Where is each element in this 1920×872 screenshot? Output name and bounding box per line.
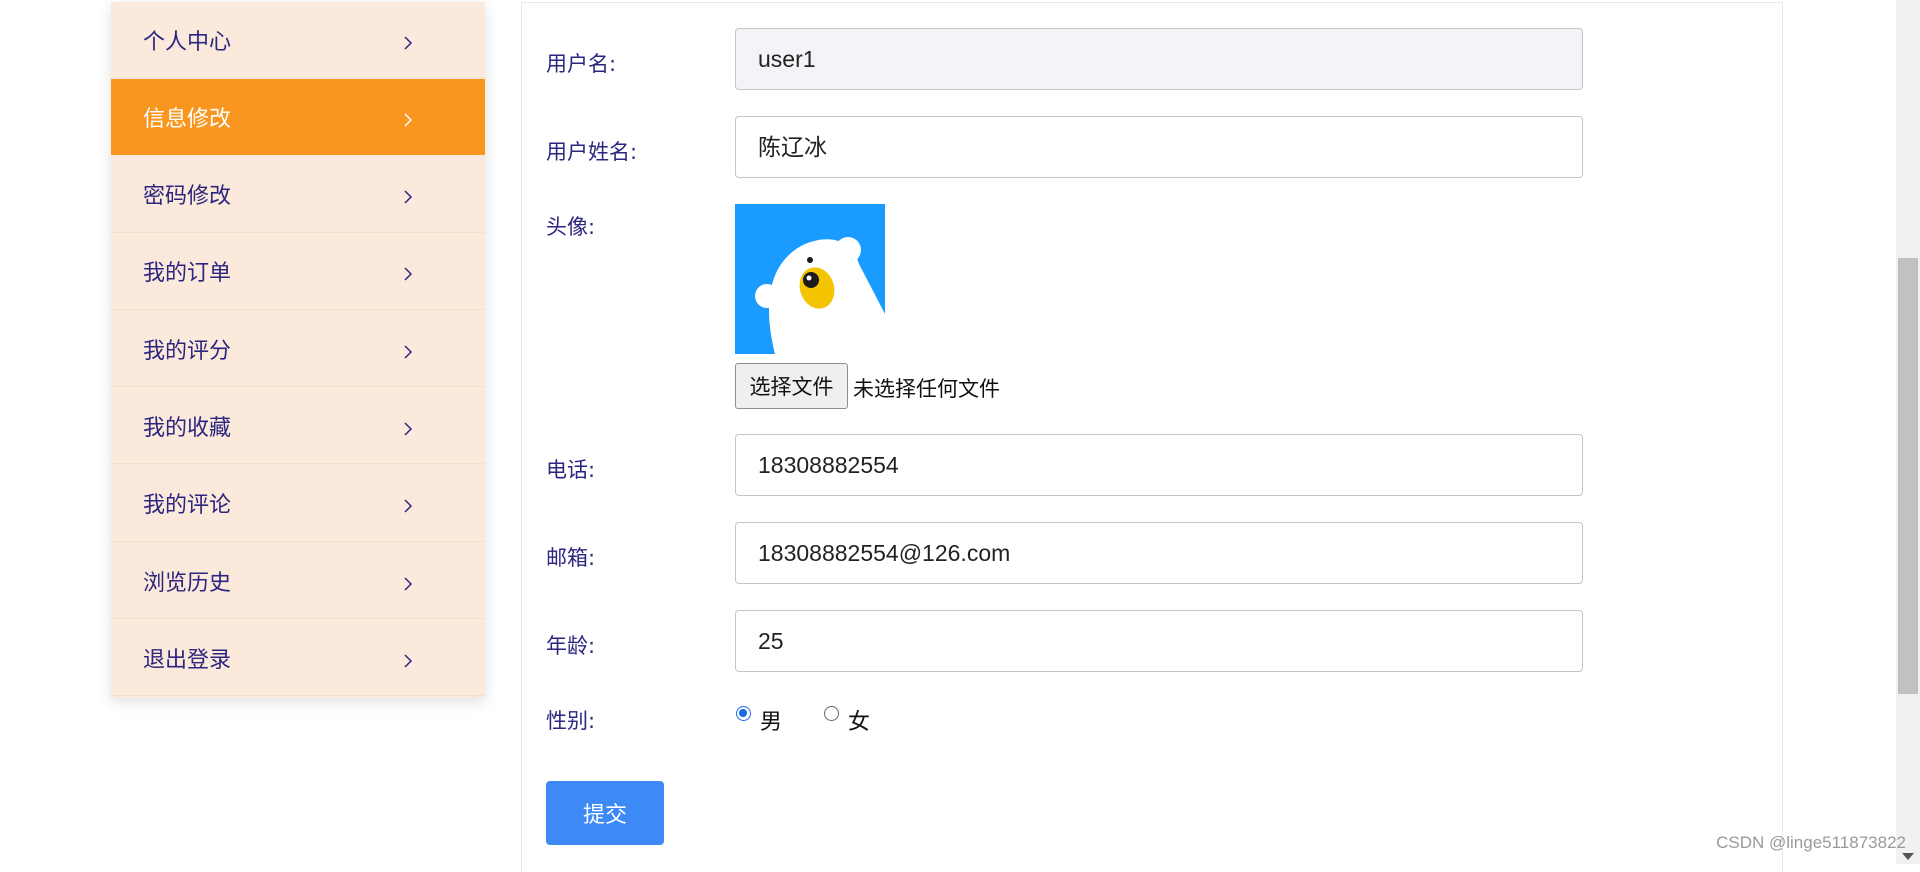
- polar-bear-avatar: [735, 204, 885, 354]
- watermark: CSDN @linge511873822: [1716, 833, 1906, 852]
- sidebar-item-label: 我的收藏: [143, 415, 232, 441]
- scrollbar-thumb[interactable]: [1898, 258, 1918, 694]
- sidebar-menu: 个人中心 信息修改 密码修改 我的订单 我的评分 我的收藏 我的评论 浏览历史 …: [111, 2, 485, 698]
- sidebar-item-change-password[interactable]: 密码修改: [111, 157, 485, 233]
- chevron-right-icon: [403, 112, 413, 127]
- age-field[interactable]: 25: [735, 610, 1583, 672]
- chevron-right-icon: [403, 35, 413, 50]
- sidebar-item-edit-info[interactable]: 信息修改: [111, 79, 485, 156]
- page-scrollbar[interactable]: [1896, 0, 1920, 864]
- choose-file-button[interactable]: 选择文件: [735, 363, 848, 409]
- email-field[interactable]: 18308882554@126.com: [735, 522, 1583, 584]
- sidebar-item-label: 浏览历史: [143, 570, 232, 596]
- chevron-right-icon: [403, 266, 413, 281]
- scroll-down-arrow-icon[interactable]: [1902, 853, 1914, 860]
- sidebar-item-label: 个人中心: [143, 29, 232, 55]
- gender-female-radio[interactable]: [824, 706, 839, 721]
- phone-field[interactable]: 18308882554: [735, 434, 1583, 496]
- file-status-text: 未选择任何文件: [853, 377, 1000, 401]
- chevron-right-icon: [403, 421, 413, 436]
- sidebar-item-label: 我的评论: [143, 493, 232, 519]
- sidebar-item-comments[interactable]: 我的评论: [111, 466, 485, 542]
- chevron-right-icon: [403, 189, 413, 204]
- sidebar-item-orders[interactable]: 我的订单: [111, 234, 485, 310]
- chevron-right-icon: [403, 498, 413, 513]
- gender-label: 性别:: [546, 709, 596, 733]
- sidebar-item-favorites[interactable]: 我的收藏: [111, 388, 485, 465]
- gender-male-radio[interactable]: [736, 706, 751, 721]
- gender-female-label: 女: [848, 710, 871, 735]
- email-label: 邮箱:: [546, 546, 596, 570]
- username-field[interactable]: user1: [735, 28, 1583, 90]
- sidebar-item-label: 我的评分: [143, 338, 232, 364]
- sidebar-item-label: 退出登录: [143, 647, 232, 673]
- chevron-right-icon: [403, 653, 413, 668]
- sidebar-item-profile[interactable]: 个人中心: [111, 2, 485, 78]
- avatar-label: 头像:: [546, 215, 596, 239]
- phone-label: 电话:: [546, 458, 596, 482]
- sidebar-item-history[interactable]: 浏览历史: [111, 543, 485, 620]
- realname-label: 用户姓名:: [546, 140, 638, 164]
- submit-button[interactable]: 提交: [546, 781, 664, 845]
- sidebar-item-label: 信息修改: [143, 106, 232, 132]
- chevron-right-icon: [403, 344, 413, 359]
- sidebar-item-label: 我的订单: [143, 261, 232, 287]
- username-label: 用户名:: [546, 52, 617, 76]
- realname-field[interactable]: 陈辽冰: [735, 116, 1583, 178]
- profile-edit-panel: 用户名: user1 用户姓名: 陈辽冰 头像: 选择文件 未选择任何文件 电话…: [521, 2, 1783, 872]
- sidebar-item-label: 密码修改: [143, 184, 232, 210]
- age-label: 年龄:: [546, 634, 596, 658]
- sidebar-item-ratings[interactable]: 我的评分: [111, 311, 485, 388]
- chevron-right-icon: [403, 576, 413, 591]
- gender-male-label: 男: [760, 710, 783, 735]
- sidebar-item-logout[interactable]: 退出登录: [111, 620, 485, 697]
